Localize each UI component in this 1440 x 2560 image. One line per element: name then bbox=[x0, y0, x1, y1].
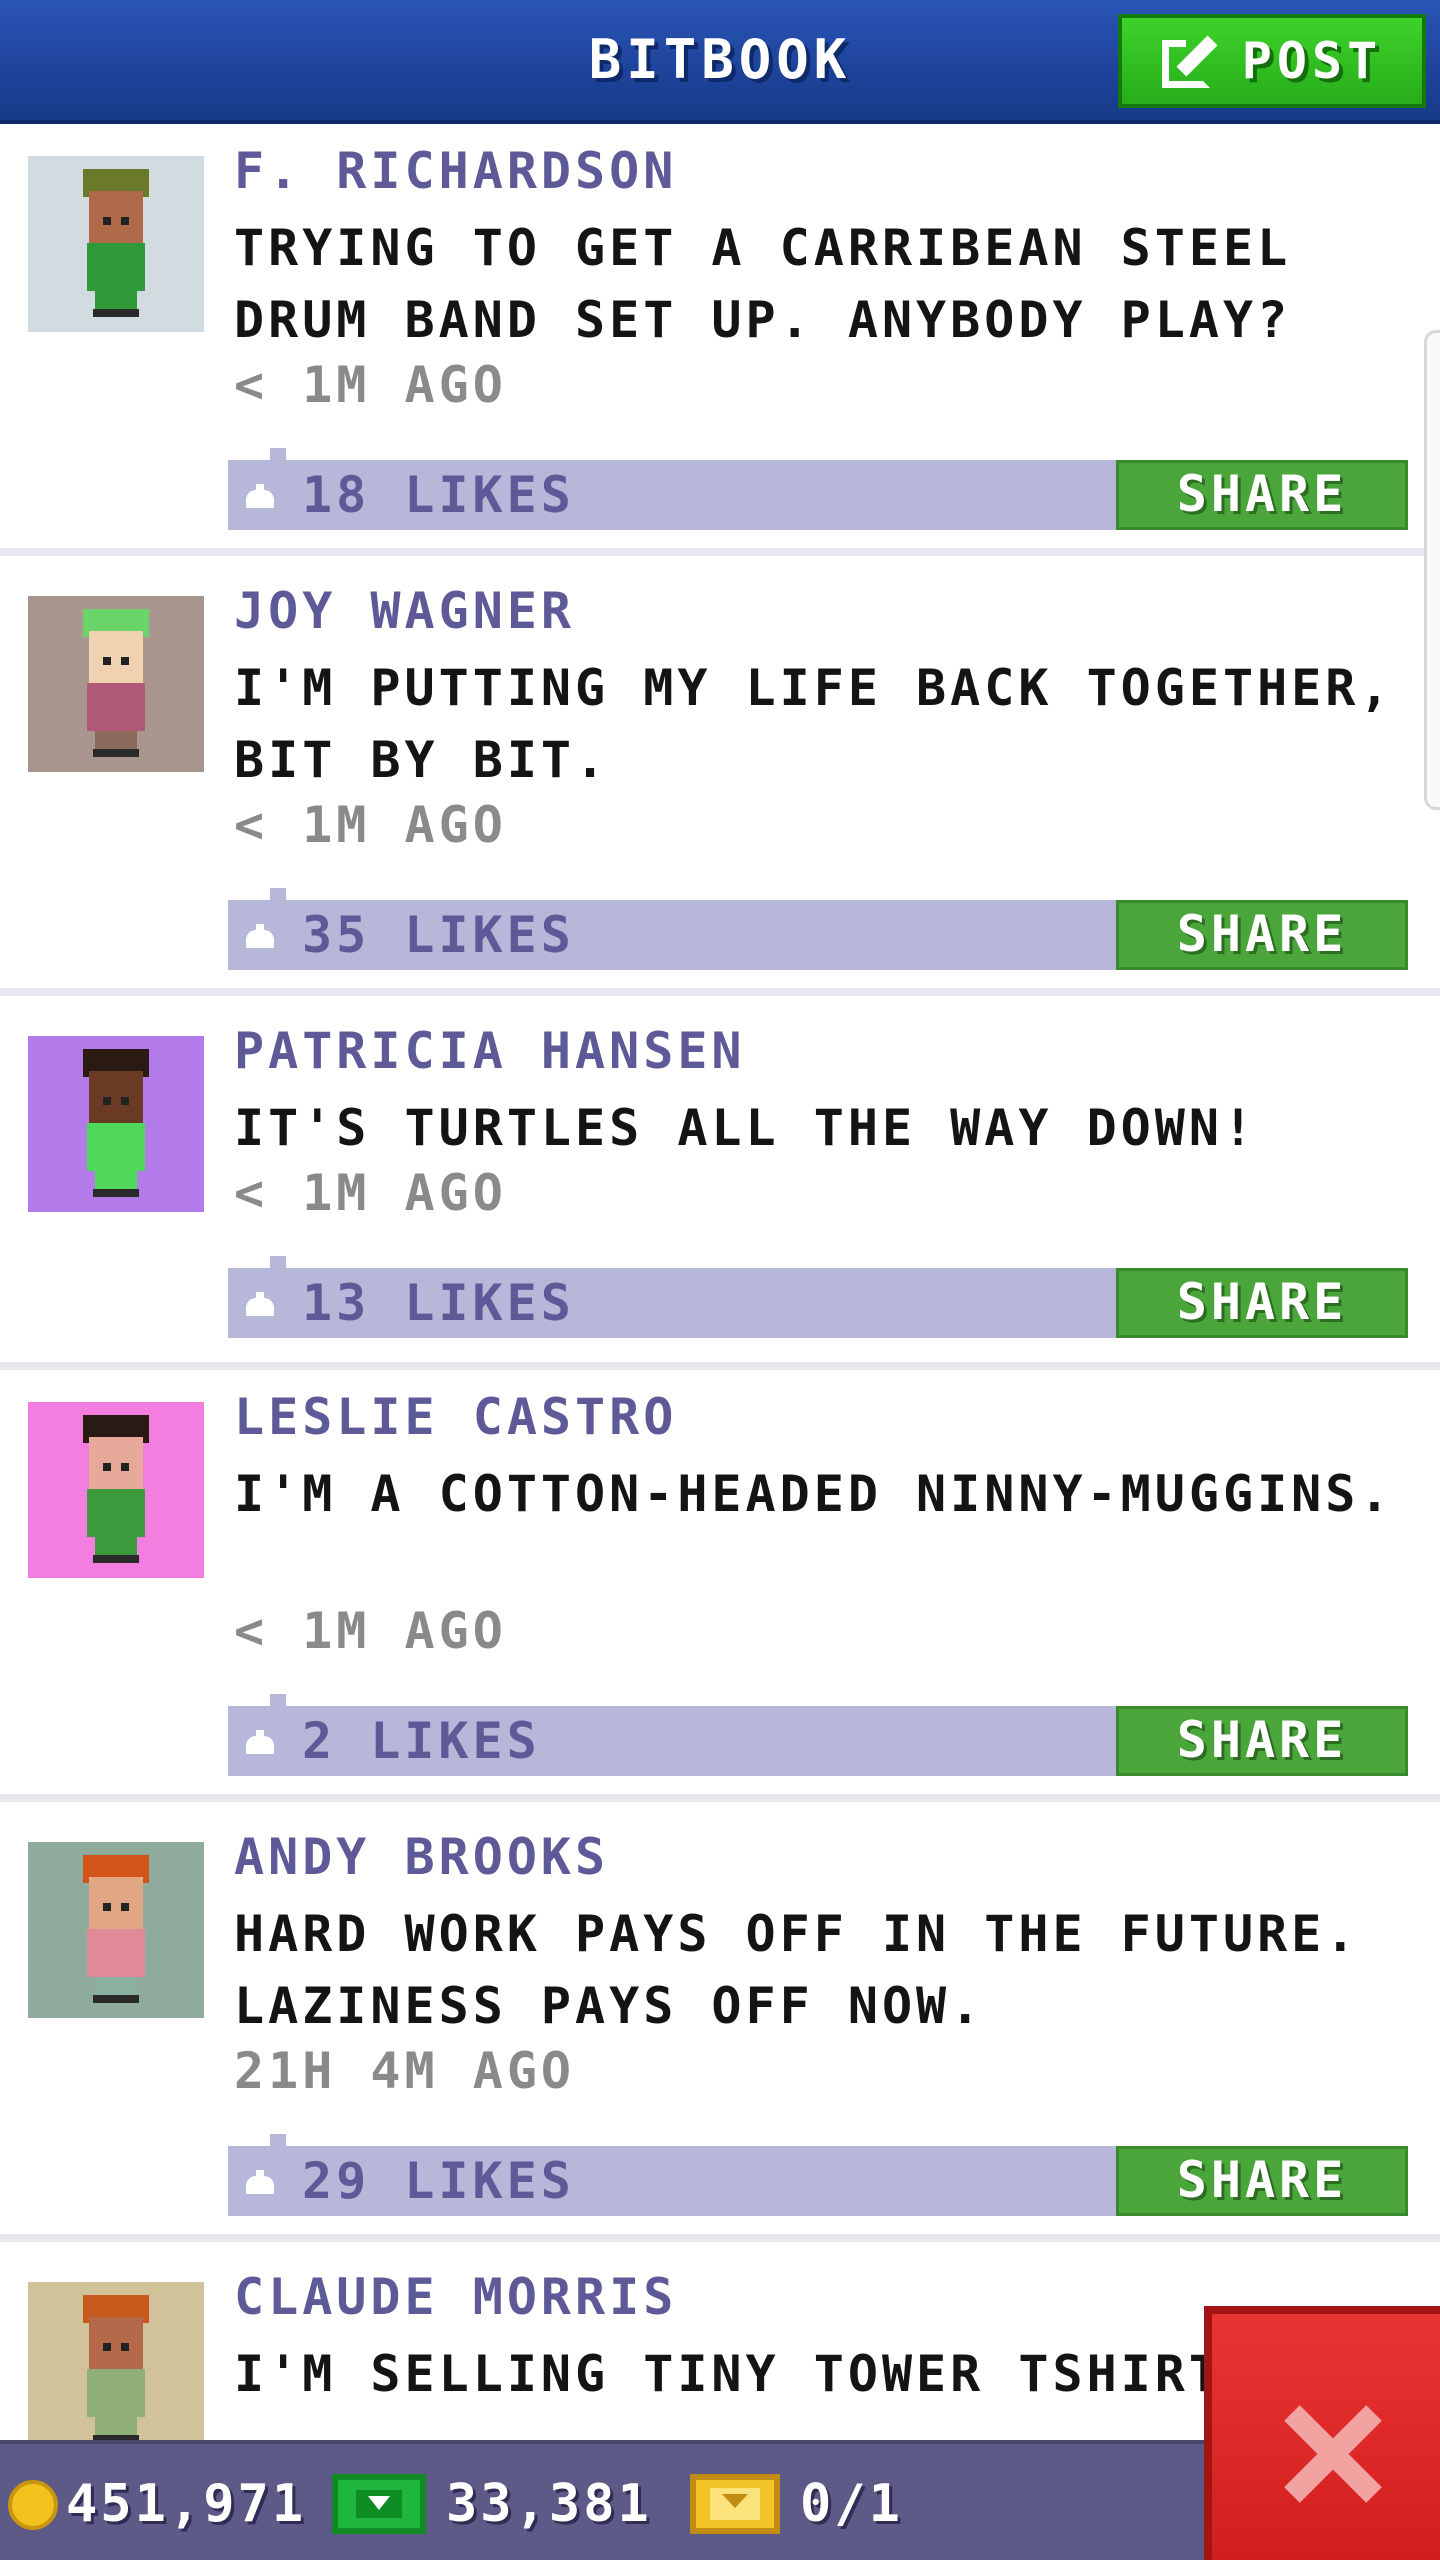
post-message: IT'S TURTLES ALL THE WAY DOWN! bbox=[234, 1099, 1258, 1157]
post-author[interactable]: F. RICHARDSON bbox=[234, 142, 677, 200]
feed-post: PATRICIA HANSEN IT'S TURTLES ALL THE WAY… bbox=[0, 1004, 1440, 1370]
like-bar[interactable]: 35 LIKES SHARE bbox=[228, 888, 1408, 970]
bux-count: 33,381 bbox=[446, 2474, 652, 2534]
post-message: I'M A COTTON-HEADED NINNY-MUGGINS. bbox=[234, 1465, 1394, 1523]
share-button[interactable]: SHARE bbox=[1116, 900, 1408, 970]
character-sprite bbox=[81, 1855, 151, 2005]
likes-count: 13 LIKES bbox=[302, 1274, 575, 1332]
scrollbar[interactable] bbox=[1424, 330, 1440, 810]
edit-icon bbox=[1161, 32, 1220, 90]
bux-icon[interactable] bbox=[332, 2474, 426, 2534]
like-icon bbox=[242, 1730, 276, 1756]
post-button[interactable]: POST bbox=[1118, 14, 1426, 108]
avatar[interactable] bbox=[28, 2282, 204, 2458]
likes-count: 29 LIKES bbox=[302, 2152, 575, 2210]
post-author[interactable]: ANDY BROOKS bbox=[234, 1828, 609, 1886]
like-icon bbox=[242, 2170, 276, 2196]
likes-count: 2 LIKES bbox=[302, 1712, 541, 1770]
share-button[interactable]: SHARE bbox=[1116, 1268, 1408, 1338]
close-button[interactable] bbox=[1204, 2306, 1440, 2560]
like-bar[interactable]: 29 LIKES SHARE bbox=[228, 2134, 1408, 2216]
post-author[interactable]: LESLIE CASTRO bbox=[234, 1388, 677, 1446]
post-message: HARD WORK PAYS OFF IN THE FUTURE. LAZINE… bbox=[234, 1905, 1360, 2035]
post-timestamp: < 1M AGO bbox=[234, 1602, 507, 1660]
avatar[interactable] bbox=[28, 1842, 204, 2018]
like-icon bbox=[242, 1292, 276, 1318]
like-icon bbox=[242, 924, 276, 950]
like-bar[interactable]: 18 LIKES SHARE bbox=[228, 448, 1408, 530]
avatar[interactable] bbox=[28, 156, 204, 332]
feed-post: JOY WAGNER I'M PUTTING MY LIFE BACK TOGE… bbox=[0, 564, 1440, 996]
close-icon bbox=[1284, 2405, 1382, 2503]
post-timestamp: 21H 4M AGO bbox=[234, 2042, 576, 2100]
post-message: I'M PUTTING MY LIFE BACK TOGETHER, BIT B… bbox=[234, 659, 1394, 789]
character-sprite bbox=[81, 1415, 151, 1565]
character-sprite bbox=[81, 609, 151, 759]
character-sprite bbox=[81, 169, 151, 319]
coin-icon bbox=[8, 2480, 58, 2530]
like-icon bbox=[242, 484, 276, 510]
post-timestamp: < 1M AGO bbox=[234, 796, 507, 854]
character-sprite bbox=[81, 2295, 151, 2445]
tickets-count: 0/1 bbox=[800, 2474, 903, 2534]
post-button-label: POST bbox=[1241, 32, 1383, 90]
likes-count: 35 LIKES bbox=[302, 906, 575, 964]
post-author[interactable]: CLAUDE MORRIS bbox=[234, 2268, 677, 2326]
post-author[interactable]: PATRICIA HANSEN bbox=[234, 1022, 746, 1080]
feed-post: F. RICHARDSON TRYING TO GET A CARRIBEAN … bbox=[0, 124, 1440, 556]
like-bar[interactable]: 2 LIKES SHARE bbox=[228, 1694, 1408, 1776]
feed-post: ANDY BROOKS HARD WORK PAYS OFF IN THE FU… bbox=[0, 1810, 1440, 2242]
avatar[interactable] bbox=[28, 596, 204, 772]
ticket-icon[interactable] bbox=[690, 2474, 780, 2534]
character-sprite bbox=[81, 1049, 151, 1199]
avatar[interactable] bbox=[28, 1036, 204, 1212]
share-button[interactable]: SHARE bbox=[1116, 460, 1408, 530]
post-message: TRYING TO GET A CARRIBEAN STEEL DRUM BAN… bbox=[234, 219, 1292, 349]
likes-count: 18 LIKES bbox=[302, 466, 575, 524]
post-timestamp: < 1M AGO bbox=[234, 1164, 507, 1222]
avatar[interactable] bbox=[28, 1402, 204, 1578]
like-bar[interactable]: 13 LIKES SHARE bbox=[228, 1256, 1408, 1338]
coins-count: 451,971 bbox=[66, 2474, 307, 2534]
app-header: BITBOOK POST bbox=[0, 0, 1440, 124]
post-author[interactable]: JOY WAGNER bbox=[234, 582, 575, 640]
share-button[interactable]: SHARE bbox=[1116, 1706, 1408, 1776]
post-timestamp: < 1M AGO bbox=[234, 356, 507, 414]
share-button[interactable]: SHARE bbox=[1116, 2146, 1408, 2216]
feed-post: LESLIE CASTRO I'M A COTTON-HEADED NINNY-… bbox=[0, 1370, 1440, 1802]
